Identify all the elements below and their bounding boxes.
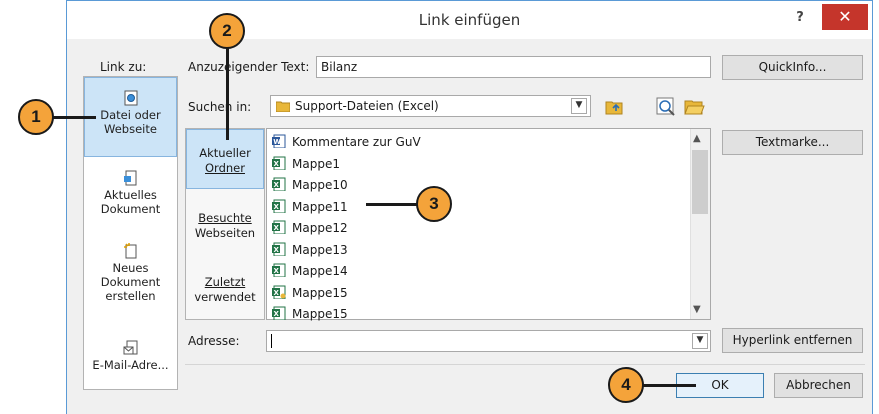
recent-files-tab[interactable]: Zuletzt verwendet: [186, 275, 264, 311]
browsed-pages-tab[interactable]: Besuchte Webseiten: [186, 211, 264, 247]
link-to-email-label: E-Mail-Adre...: [92, 358, 169, 372]
callout-2-line: [226, 48, 229, 140]
file-name: Mappe1: [292, 156, 340, 171]
link-to-current-document[interactable]: Aktuelles Dokument: [84, 170, 177, 230]
document-icon: [123, 170, 136, 186]
quickinfo-button[interactable]: QuickInfo...: [722, 55, 863, 80]
close-button[interactable]: ✕: [822, 4, 868, 30]
svg-text:W: W: [273, 138, 281, 146]
file-list-item[interactable]: X Mappe12: [272, 218, 348, 239]
scroll-up-icon[interactable]: ▲: [693, 133, 701, 144]
callout-1-line: [48, 116, 96, 119]
look-in-value: Support-Dateien (Excel): [295, 99, 439, 113]
callout-3-line: [366, 203, 418, 206]
file-name: Mappe12: [292, 221, 348, 235]
look-in-label: Suchen in:: [188, 100, 252, 114]
excel-file-icon: X: [272, 156, 286, 170]
bookmark-button[interactable]: Textmarke...: [722, 130, 863, 155]
svg-text:X: X: [274, 181, 280, 189]
dialog-title: Link einfügen: [418, 11, 521, 29]
browse-web-icon: [656, 97, 675, 116]
cancel-button[interactable]: Abbrechen: [774, 373, 863, 398]
file-name: Mappe14: [292, 264, 348, 278]
open-folder-icon: [684, 100, 705, 115]
file-list-item[interactable]: X Mappe1: [272, 154, 340, 175]
callout-4-line: [640, 384, 696, 387]
web-page-icon: [124, 90, 137, 106]
current-folder-label-2: Ordner: [205, 161, 245, 175]
word-file-icon: W: [272, 134, 286, 148]
current-folder-tab[interactable]: Aktueller Ordner: [186, 129, 264, 189]
link-to-new-document[interactable]: Neues Dokument erstellen: [84, 243, 177, 313]
browsed-pages-label-2: Webseiten: [194, 226, 256, 240]
browse-web-button[interactable]: [655, 95, 677, 117]
callout-1: 1: [18, 99, 54, 135]
up-folder-icon: [605, 101, 623, 115]
callout-2: 2: [209, 13, 245, 49]
file-list-item[interactable]: X Mappe15: [272, 304, 348, 325]
file-name: Mappe10: [292, 178, 348, 192]
callout-4: 4: [608, 367, 644, 403]
link-to-email[interactable]: E-Mail-Adre...: [84, 340, 177, 380]
address-input[interactable]: [266, 330, 711, 352]
scrollbar-thumb[interactable]: [692, 150, 708, 214]
display-text-label: Anzuzeigender Text:: [188, 60, 310, 74]
link-to-file-or-webpage[interactable]: Datei oder Webseite: [84, 77, 177, 157]
file-name: Kommentare zur GuV: [292, 135, 421, 149]
svg-text:X: X: [274, 267, 280, 275]
file-list-item[interactable]: X Mappe11: [272, 197, 348, 218]
file-list-item[interactable]: X Mappe10: [272, 175, 348, 196]
folder-icon: [276, 101, 290, 112]
current-folder-label-1: Aktueller: [199, 146, 251, 160]
file-name: Mappe15: [292, 307, 348, 321]
callout-3: 3: [416, 186, 452, 222]
link-to-current-label: Aktuelles Dokument: [100, 188, 161, 216]
svg-text:X: X: [274, 159, 280, 167]
svg-text:X: X: [274, 245, 280, 253]
up-folder-button[interactable]: [603, 95, 625, 117]
file-name: Mappe15: [292, 285, 348, 300]
svg-text:X: X: [274, 202, 280, 210]
new-document-icon: [123, 243, 136, 259]
recent-files-label-1: Zuletzt: [204, 275, 246, 289]
svg-text:X: X: [274, 224, 280, 232]
excel-file-icon: X: [272, 220, 286, 234]
file-list-item[interactable]: X Mappe14: [272, 261, 348, 282]
browsed-pages-label-1: Besuchte: [198, 211, 252, 225]
scroll-down-icon[interactable]: ▼: [693, 304, 701, 315]
help-button[interactable]: ?: [788, 8, 812, 30]
svg-text:X: X: [274, 310, 280, 318]
excel-file-icon: X: [272, 177, 286, 191]
svg-text:X: X: [274, 288, 280, 296]
chevron-down-icon[interactable]: ▼: [571, 98, 587, 114]
excel-file-icon: X: [272, 199, 286, 213]
excel-file-icon: X: [272, 242, 286, 256]
excel-file-icon: X: [272, 285, 286, 299]
recent-files-label-2: verwendet: [194, 290, 256, 304]
file-list-item[interactable]: W Kommentare zur GuV: [272, 132, 421, 153]
link-to-new-label: Neues Dokument erstellen: [100, 261, 161, 303]
browse-file-button[interactable]: [683, 95, 705, 117]
display-text-input[interactable]: Bilanz: [316, 56, 711, 78]
file-name: Mappe11: [292, 199, 348, 214]
divider: [185, 364, 865, 365]
excel-file-icon: X: [272, 263, 286, 277]
email-icon: [123, 340, 137, 355]
link-to-file-label: Datei oder Webseite: [100, 108, 161, 136]
file-list-item[interactable]: X Mappe13: [272, 240, 348, 261]
file-name: Mappe13: [292, 242, 348, 257]
text-cursor: [271, 334, 272, 348]
file-list-item[interactable]: X Mappe15: [272, 283, 348, 304]
remove-link-button[interactable]: Hyperlink entfernen: [722, 328, 863, 353]
look-in-dropdown[interactable]: Support-Dateien (Excel): [270, 95, 591, 117]
link-to-label: Link zu:: [100, 60, 147, 74]
address-dropdown-icon[interactable]: ▼: [692, 333, 708, 349]
address-label: Adresse:: [188, 334, 240, 348]
excel-file-icon: X: [272, 306, 286, 320]
